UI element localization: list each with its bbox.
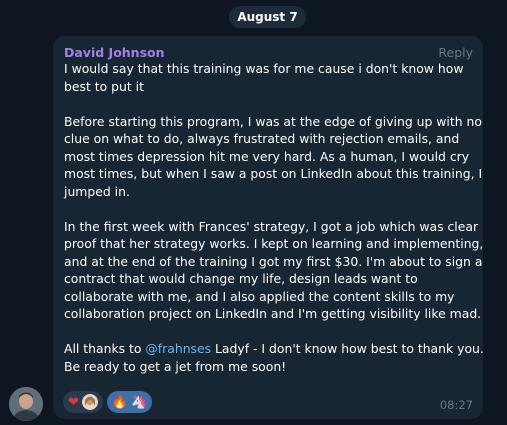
reaction-heart[interactable]: ❤ — [63, 391, 103, 413]
sender-name[interactable]: David Johnson — [64, 45, 165, 60]
message-paragraph: All thanks to @frahnses Ladyf - I don't … — [64, 340, 484, 375]
message-bubble[interactable]: David Johnson Reply I would say that thi… — [53, 36, 484, 419]
message-text: I would say that this training was for m… — [64, 60, 484, 375]
reactor-avatar — [81, 394, 98, 410]
user-mention-link[interactable]: @frahnses — [145, 341, 211, 356]
reply-button[interactable]: Reply — [438, 45, 473, 60]
message-timestamp: 08:27 — [439, 398, 473, 412]
date-separator: August 7 — [229, 6, 306, 28]
message-paragraph: Before starting this program, I was at t… — [64, 113, 483, 199]
message-paragraph: In the first week with Frances' strategy… — [64, 218, 484, 322]
person-avatar-icon — [9, 387, 43, 421]
text-fragment: All thanks to — [64, 341, 146, 356]
reaction-mine[interactable]: 🔥 🦄 — [106, 391, 153, 413]
fire-icon: 🔥 — [111, 394, 129, 410]
sender-avatar[interactable] — [9, 387, 43, 421]
unicorn-icon: 🦄 — [131, 394, 148, 410]
message-paragraph: I would say that this training was for m… — [64, 61, 464, 94]
reactions-bar: ❤ 🔥 🦄 — [63, 391, 153, 413]
red-heart-icon: ❤ — [68, 394, 79, 410]
person-avatar-icon — [81, 394, 98, 410]
